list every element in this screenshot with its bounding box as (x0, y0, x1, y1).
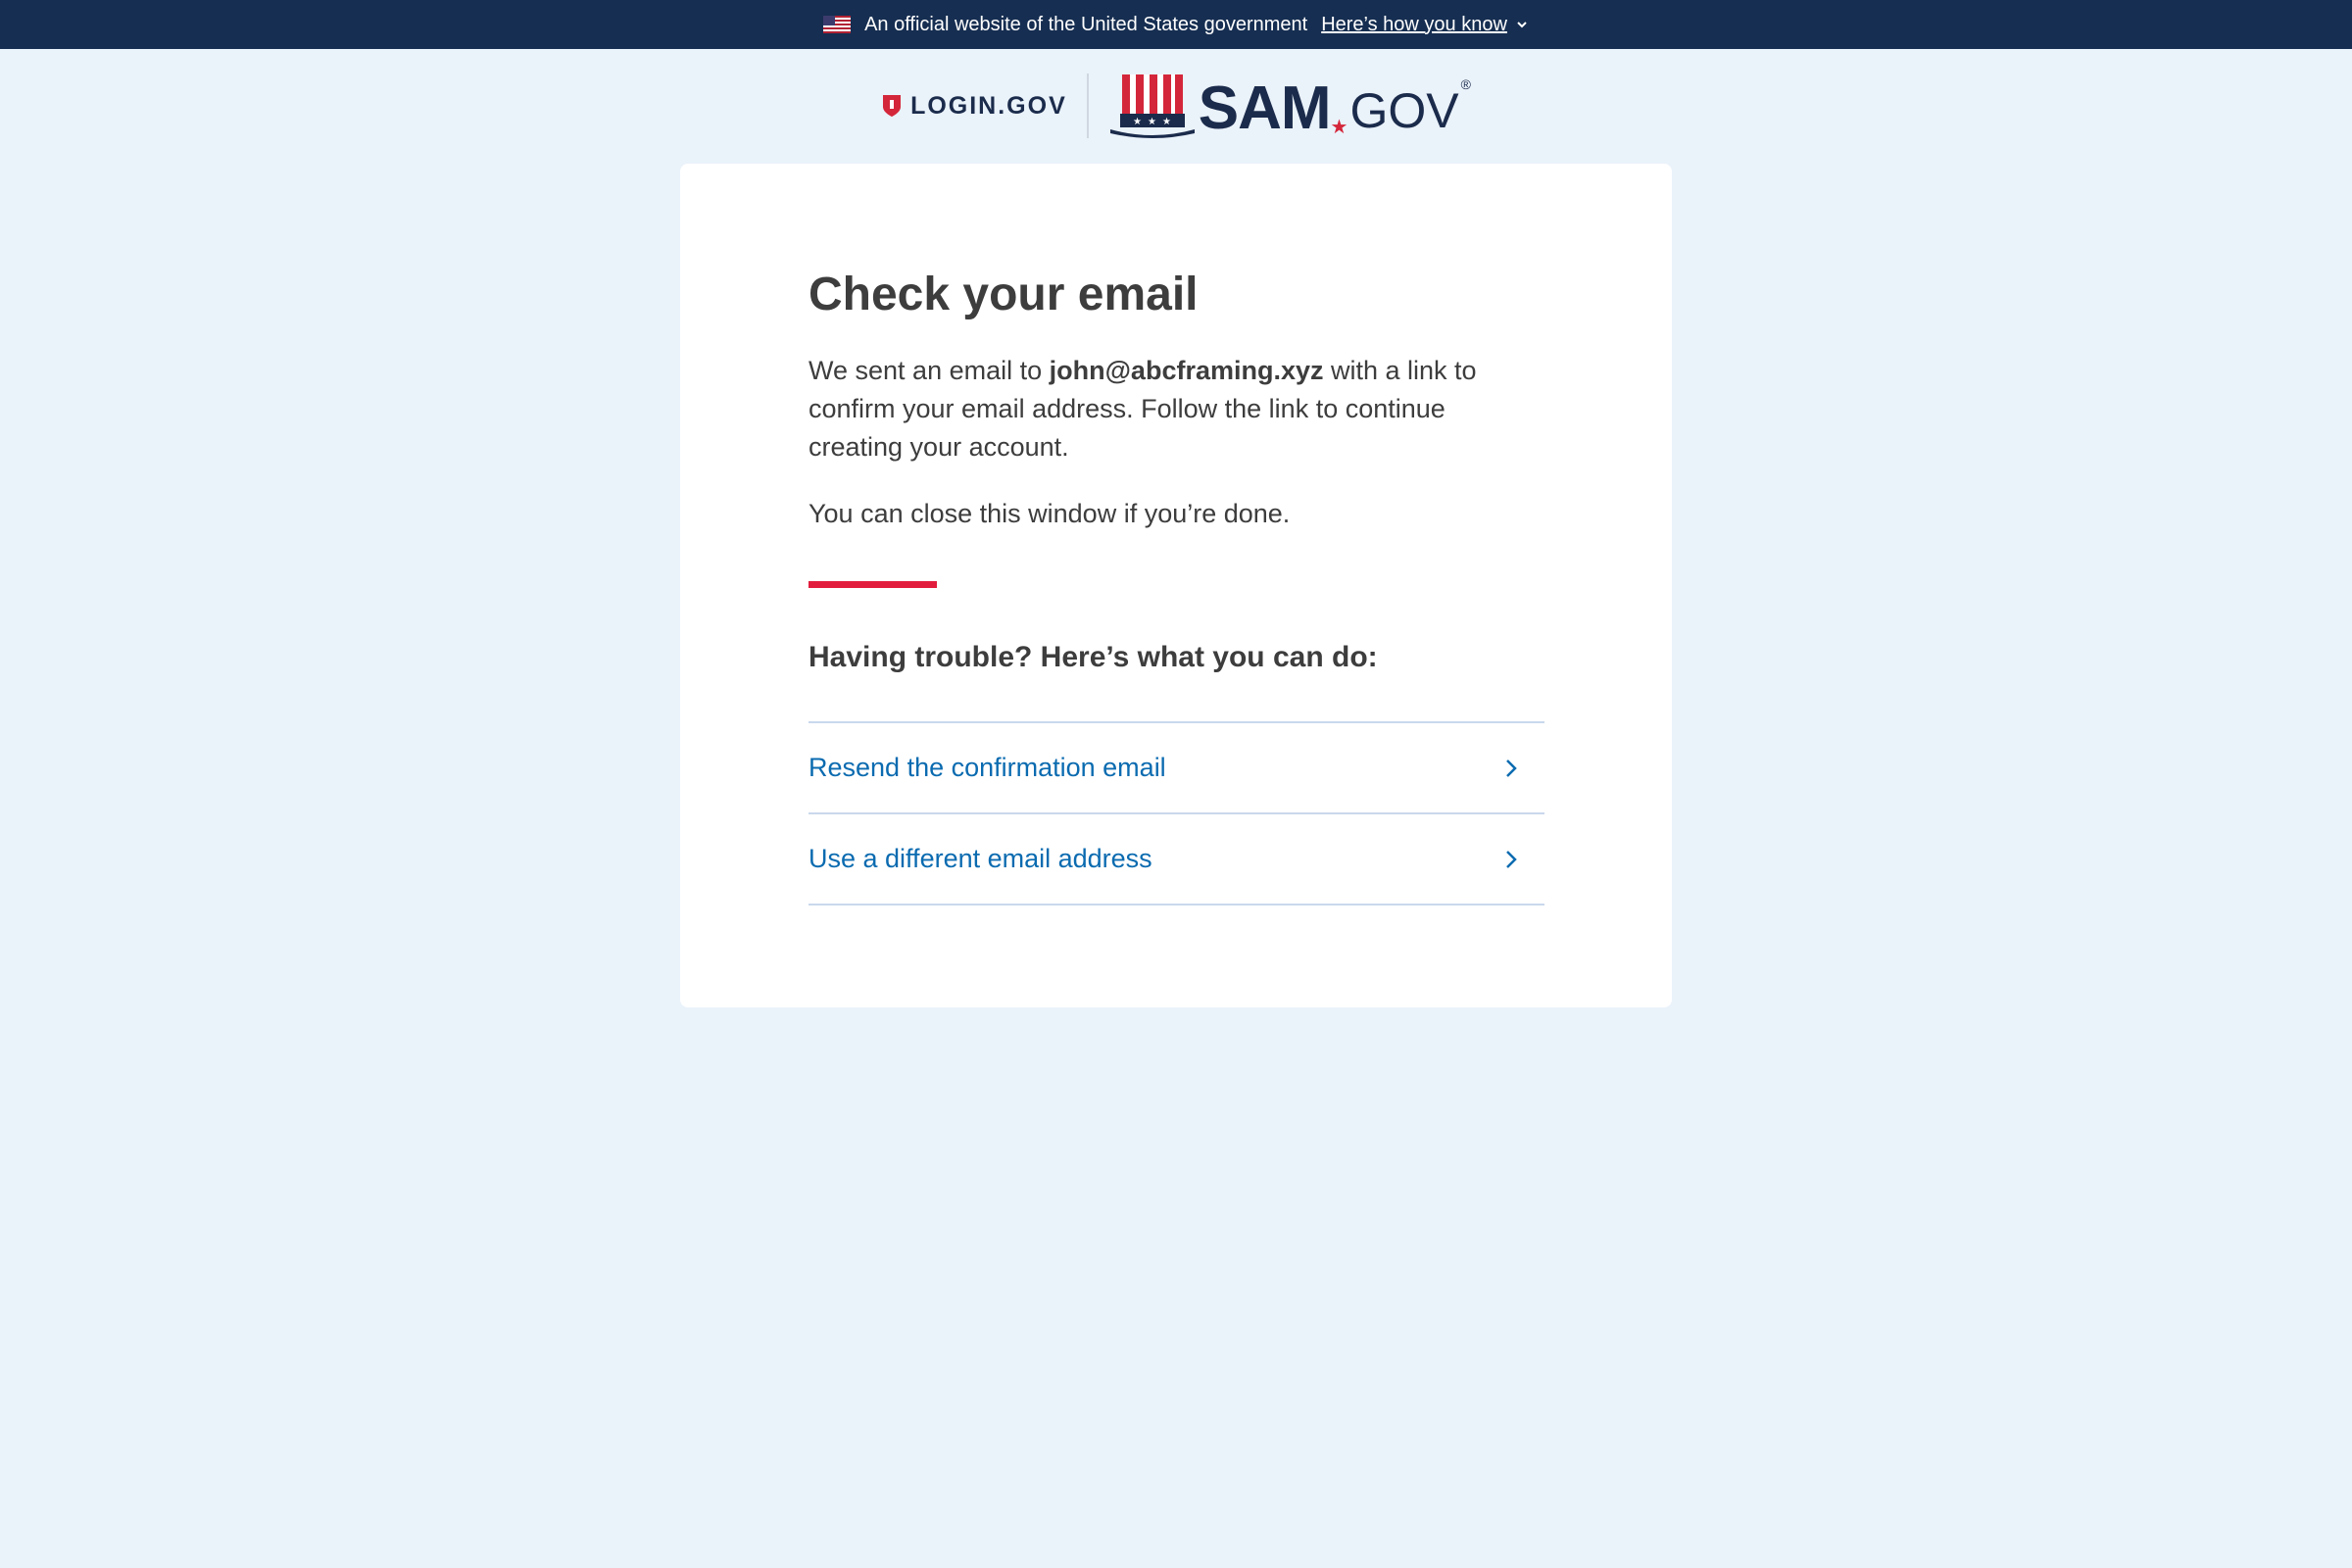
chevron-right-icon (1506, 759, 1517, 777)
registered-mark: ® (1460, 76, 1471, 92)
chevron-right-icon (1506, 850, 1517, 868)
gov-banner: An official website of the United States… (0, 0, 2352, 49)
accent-divider (808, 581, 937, 588)
brand-header: LOGIN.GOV ★ ★ ★ SAM ★ GOV ® (0, 49, 2352, 163)
trouble-heading: Having trouble? Here’s what you can do: (808, 641, 1378, 673)
use-different-email-label: Use a different email address (808, 844, 1152, 873)
svg-text:★: ★ (1133, 117, 1142, 127)
resend-confirmation-label: Resend the confirmation email (808, 753, 1166, 782)
us-flag-icon (823, 16, 852, 33)
message-prefix: We sent an email to (808, 356, 1050, 385)
page-title: Check your email (808, 269, 1199, 320)
resend-confirmation-link[interactable]: Resend the confirmation email (808, 723, 1544, 814)
login-gov-logo: LOGIN.GOV (881, 92, 1067, 121)
login-gov-text: LOGIN.GOV (910, 91, 1067, 120)
trouble-options-list: Resend the confirmation email Use a diff… (808, 721, 1544, 906)
gov-text: GOV (1349, 83, 1459, 138)
sam-text: SAM (1198, 74, 1332, 142)
official-website-text: An official website of the United States… (864, 13, 1308, 35)
shield-icon (883, 95, 902, 117)
use-different-email-link[interactable]: Use a different email address (808, 814, 1544, 906)
heres-how-you-know-link[interactable]: Here’s how you know (1321, 14, 1529, 36)
confirmation-card: Check your email We sent an email to joh… (680, 164, 1672, 1007)
brand-divider (1086, 74, 1089, 138)
svg-text:★: ★ (1148, 117, 1156, 127)
close-window-message: You can close this window if you’re done… (808, 499, 1291, 528)
chevron-down-icon (1517, 22, 1527, 28)
uncle-sam-hat-icon: ★ ★ ★ (1109, 74, 1195, 138)
sam-gov-logo: ★ ★ ★ SAM ★ GOV ® (1108, 73, 1471, 139)
red-star-icon: ★ (1330, 117, 1348, 138)
sent-email-message: We sent an email to john@abcframing.xyz … (808, 352, 1544, 466)
svg-text:★: ★ (1162, 117, 1171, 127)
heres-how-you-know-label: Here’s how you know (1321, 13, 1507, 35)
email-address: john@abcframing.xyz (1049, 356, 1324, 385)
